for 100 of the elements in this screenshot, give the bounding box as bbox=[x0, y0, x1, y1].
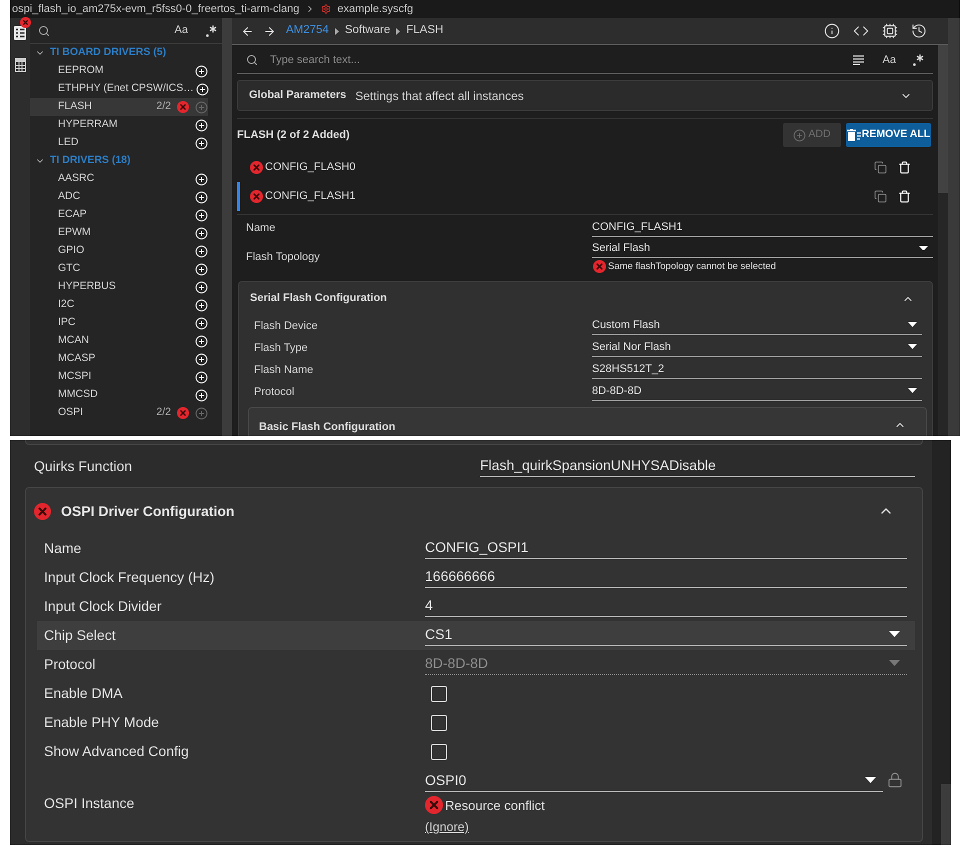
field-label: Protocol bbox=[254, 384, 296, 400]
scrollbar-track[interactable] bbox=[938, 45, 948, 436]
section-header[interactable]: Serial Flash Configuration bbox=[239, 282, 932, 315]
dropdown[interactable]: Serial Flash bbox=[592, 241, 933, 258]
field-label: Input Clock Frequency (Hz) bbox=[44, 568, 216, 587]
tree-item[interactable]: I2C bbox=[30, 296, 193, 314]
error-badge-icon bbox=[20, 17, 31, 28]
caret-right-icon bbox=[396, 28, 400, 34]
gear-icon bbox=[321, 4, 332, 14]
lines-icon[interactable] bbox=[852, 55, 864, 65]
tree-item[interactable]: FLASH 2/2 bbox=[30, 98, 193, 116]
panel-description: Settings that affect all instances bbox=[355, 88, 525, 104]
error-icon bbox=[425, 796, 443, 814]
tree-item[interactable]: HYPERRAM bbox=[30, 116, 193, 134]
text-field[interactable]: S28HS512T_2 bbox=[592, 362, 922, 378]
list-icon[interactable] bbox=[14, 26, 26, 40]
scrollbar-track[interactable] bbox=[932, 440, 951, 845]
scrollbar-thumb[interactable] bbox=[938, 45, 948, 193]
global-parameters-panel[interactable]: Global Parameters Settings that affect all instances bbox=[237, 80, 933, 111]
caret-down-icon bbox=[889, 660, 900, 666]
instance-item[interactable]: CONFIG_FLASH1 bbox=[237, 182, 933, 211]
tree-item[interactable]: MMCSD bbox=[30, 386, 193, 404]
tree-item[interactable]: ECAP bbox=[30, 206, 193, 224]
dropdown[interactable]: 8D-8D-8D bbox=[592, 384, 922, 400]
caret-down-icon bbox=[889, 630, 900, 638]
ignore-link[interactable]: (Ignore) bbox=[425, 819, 469, 835]
breadcrumb-item[interactable]: FLASH bbox=[406, 22, 444, 40]
tree-item[interactable]: EEPROM bbox=[30, 62, 193, 80]
panel-title: Global Parameters bbox=[249, 88, 346, 104]
chip-icon[interactable] bbox=[882, 23, 898, 39]
breadcrumb-link[interactable]: AM2754 bbox=[286, 22, 329, 40]
section-header[interactable]: OSPI Driver Configuration bbox=[26, 488, 922, 534]
search-field[interactable]: Type search text... bbox=[237, 47, 853, 73]
text-field[interactable]: CONFIG_OSPI1 bbox=[425, 538, 907, 558]
field-label: Name bbox=[246, 221, 276, 236]
table-icon[interactable] bbox=[14, 58, 26, 72]
error-message: Resource conflict bbox=[445, 796, 545, 814]
dropdown[interactable]: OSPI0 bbox=[425, 772, 883, 792]
trash-icon[interactable] bbox=[898, 190, 911, 203]
tree-item[interactable]: MCSPI bbox=[30, 368, 193, 386]
tree-item[interactable]: IPC bbox=[30, 314, 193, 332]
subsection-card[interactable]: Basic Flash Configuration bbox=[248, 407, 927, 436]
field-label: Name bbox=[44, 539, 82, 558]
field-label: Quirks Function bbox=[34, 457, 134, 476]
history-icon[interactable] bbox=[911, 23, 927, 39]
back-arrow-icon[interactable] bbox=[241, 24, 254, 38]
tree-item[interactable]: EPWM bbox=[30, 224, 193, 242]
field-label: Flash Name bbox=[254, 362, 314, 378]
tree-item[interactable]: GPIO bbox=[30, 242, 193, 260]
remove-all-button[interactable]: REMOVE ALL bbox=[846, 123, 931, 147]
instance-item[interactable]: CONFIG_FLASH0 bbox=[237, 153, 933, 182]
caret-down-icon bbox=[908, 344, 917, 349]
field-label: Chip Select bbox=[44, 626, 117, 645]
file-name[interactable]: example.syscfg bbox=[337, 2, 414, 16]
scrollbar[interactable] bbox=[222, 18, 232, 436]
trash-icon bbox=[846, 129, 861, 141]
caret-down-icon bbox=[865, 776, 876, 784]
search-icon bbox=[246, 54, 258, 66]
tree-item[interactable]: HYPERBUS bbox=[30, 278, 193, 296]
field-label: OSPI Instance bbox=[44, 794, 136, 812]
regex-icon[interactable] bbox=[913, 54, 924, 66]
text-field[interactable]: 4 bbox=[425, 596, 907, 616]
field-label: Flash Type bbox=[254, 340, 309, 356]
trash-icon[interactable] bbox=[898, 161, 911, 174]
scrollbar-thumb[interactable] bbox=[941, 784, 951, 845]
field-label: Enable DMA bbox=[44, 684, 124, 703]
tree-item[interactable]: ADC bbox=[30, 188, 193, 206]
dropdown[interactable]: CS1 bbox=[425, 626, 907, 646]
tree-item[interactable]: OSPI 2/2 bbox=[30, 404, 193, 422]
instance-count: 2/2 bbox=[156, 99, 171, 114]
checkbox[interactable] bbox=[431, 744, 447, 760]
info-icon[interactable] bbox=[824, 23, 840, 39]
match-case-toggle[interactable]: Aa bbox=[174, 22, 188, 39]
text-field[interactable]: CONFIG_FLASH1 bbox=[592, 220, 933, 237]
forward-arrow-icon[interactable] bbox=[263, 24, 276, 38]
search-icon[interactable] bbox=[38, 24, 50, 36]
project-name[interactable]: ospi_flash_io_am275x-evm_r5fss0-0_freertos_ti-arm-clang bbox=[12, 2, 300, 16]
tree-item[interactable]: LED bbox=[30, 134, 193, 152]
regex-icon[interactable] bbox=[206, 24, 217, 36]
tree-item[interactable]: AASRC bbox=[30, 170, 193, 188]
tree-item[interactable]: MCAN bbox=[30, 332, 193, 350]
caret-right-icon bbox=[334, 28, 339, 34]
match-case-toggle[interactable]: Aa bbox=[882, 52, 896, 68]
copy-icon[interactable] bbox=[874, 161, 887, 174]
tree-item[interactable]: GTC bbox=[30, 260, 193, 278]
field-label: Flash Device bbox=[254, 318, 319, 334]
breadcrumb-item[interactable]: Software bbox=[344, 22, 390, 40]
text-field[interactable]: 166666666 bbox=[425, 568, 907, 588]
dropdown[interactable]: Custom Flash bbox=[592, 318, 922, 334]
outer-scrollbar-track[interactable] bbox=[948, 18, 960, 436]
text-field[interactable]: Flash_quirkSpansionUNHYSADisable bbox=[480, 456, 915, 476]
plus-circle-icon bbox=[793, 128, 806, 142]
lock-icon[interactable] bbox=[887, 772, 903, 788]
dropdown[interactable]: Serial Nor Flash bbox=[592, 340, 922, 356]
tree-item[interactable]: ETHPHY (Enet CPSW/ICS… bbox=[30, 80, 194, 98]
field-label: Flash Topology bbox=[246, 250, 321, 265]
tree-item[interactable]: MCASP bbox=[30, 350, 193, 368]
copy-icon[interactable] bbox=[874, 190, 887, 203]
checkbox[interactable] bbox=[431, 686, 447, 702]
checkbox[interactable] bbox=[431, 714, 447, 730]
